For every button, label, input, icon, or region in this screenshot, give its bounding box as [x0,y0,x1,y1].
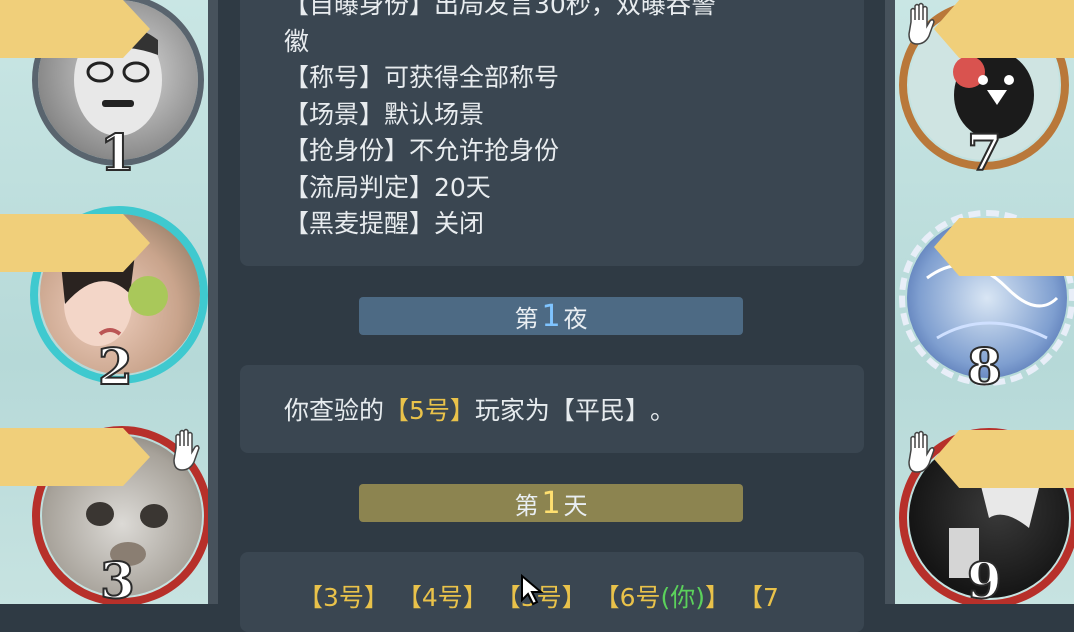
mouse-cursor-icon [521,574,544,606]
night-1-divider: 第1夜 [359,297,743,335]
check-result-text: 玩家为【平民】 [474,396,650,425]
player-1-name-tag [0,0,150,58]
day-1-divider: 第1天 [359,484,743,522]
day-number: 1 [541,485,561,521]
left-player-column: 1 2 3 [0,0,208,604]
speaker-6: 【6号 [594,583,661,612]
player-8-name-tag [934,218,1074,276]
player-1-number: 1 [99,123,136,182]
raised-hand-icon [908,430,935,473]
rule-line: 【自曝身份】出局发言30秒，双曝吞警 [284,0,716,19]
player-2-number: 2 [97,337,134,396]
check-post-text: 。 [649,396,675,425]
player-7-number: 7 [966,123,1003,182]
raised-hand-icon [173,428,200,471]
speaker-order-message: 【3号】 【4号】 【5号】 【6号(你)】 【7 [240,552,864,632]
checked-player: 【5号】 [384,396,475,425]
rule-line: 【流局判定】20天 [284,172,491,202]
player-7-name-tag [934,0,1074,58]
night-prefix: 第 [514,304,539,333]
night-suffix: 夜 [563,304,588,333]
rule-line: 徽 [284,26,310,56]
raised-hand-icon [908,2,935,45]
rule-line: 【抢身份】不允许抢身份 [284,136,560,165]
speaker-6-close: 】 [705,583,731,612]
day-prefix: 第 [514,491,539,520]
left-divider [208,0,218,604]
player-9-number: 9 [966,551,1003,605]
speaker-4: 【4号】 [396,583,488,612]
room-rules-card: 【自曝身份】出局发言30秒，双曝吞警 徽 【称号】可获得全部称号 【场景】默认场… [240,0,864,266]
rule-line: 【称号】可获得全部称号 [284,63,560,92]
day-suffix: 天 [563,491,588,520]
right-divider [885,0,895,604]
seer-check-message: 你查验的 【5号】 玩家为【平民】。 [240,365,864,453]
check-pre-text: 你查验的 [284,396,385,425]
player-9-name-tag [934,430,1074,488]
speaker-3: 【3号】 [298,583,389,612]
right-player-column: 7 8 9 [895,0,1074,604]
night-number: 1 [541,298,561,334]
game-log-panel[interactable]: 【自曝身份】出局发言30秒，双曝吞警 徽 【称号】可获得全部称号 【场景】默认场… [218,0,885,632]
player-2-name-tag [0,214,150,272]
player-3-number: 3 [99,551,136,605]
rule-line: 【场景】默认场景 [284,99,485,129]
you-marker: (你) [660,583,705,612]
speaker-7: 【7 [737,583,779,612]
rule-line: 【黑麦提醒】关闭 [284,209,485,238]
player-8-number: 8 [966,337,1003,396]
player-3-name-tag [0,428,150,486]
